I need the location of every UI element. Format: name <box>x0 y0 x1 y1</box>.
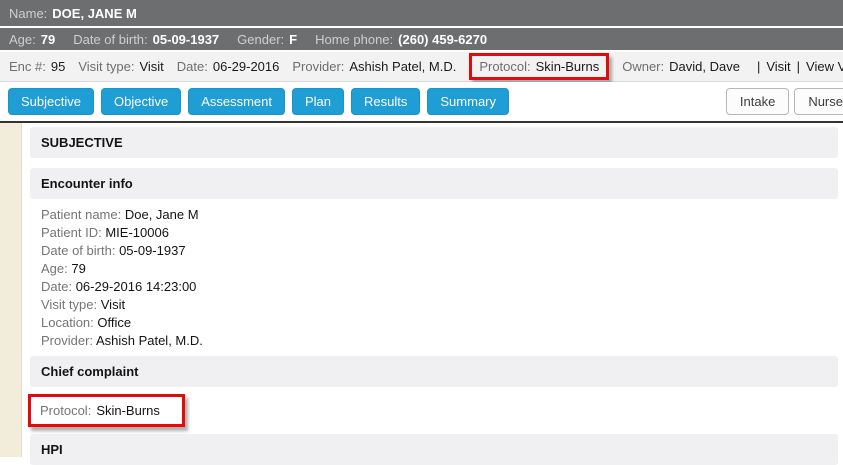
detail-row-provider: Provider: Ashish Patel, M.D. <box>41 332 838 350</box>
owner-label: Owner: <box>622 59 664 74</box>
protocol-value: Skin-Burns <box>96 403 160 418</box>
encounter-info-details: Patient name: Doe, Jane M Patient ID: MI… <box>30 199 838 356</box>
owner-pair: Owner: David, Dave <box>622 59 740 74</box>
enc-number-value: 95 <box>51 59 65 74</box>
field-value: Visit <box>101 297 125 312</box>
tab-results[interactable]: Results <box>351 88 420 115</box>
visit-type-value: Visit <box>139 59 163 74</box>
note-body: SUBJECTIVE Encounter info Patient name: … <box>22 123 843 457</box>
enc-date-label: Date: <box>177 59 208 74</box>
enc-number-pair: Enc #: 95 <box>9 59 65 74</box>
gender-value: F <box>289 32 297 47</box>
patient-name-bar: Name: DOE, JANE M <box>0 0 843 28</box>
field-value: 79 <box>71 261 85 276</box>
visit-type-pair: Visit type: Visit <box>78 59 163 74</box>
provider-pair: Provider: Ashish Patel, M.D. <box>292 59 456 74</box>
tab-objective[interactable]: Objective <box>101 88 181 115</box>
detail-row-location: Location: Office <box>41 314 838 332</box>
field-label: Date of birth: <box>41 243 115 258</box>
field-value: MIE-10006 <box>105 225 169 240</box>
provider-label: Provider: <box>292 59 344 74</box>
patient-name-value: DOE, JANE M <box>52 6 137 21</box>
detail-row-patient-id: Patient ID: MIE-10006 <box>41 224 838 242</box>
field-value: 06-29-2016 14:23:00 <box>76 279 197 294</box>
home-phone-label: Home phone: <box>315 32 393 47</box>
field-label: Date: <box>41 279 72 294</box>
section-header-hpi: HPI <box>30 434 838 465</box>
visit-link[interactable]: Visit <box>766 59 790 74</box>
field-label: Visit type: <box>41 297 97 312</box>
visit-type-label: Visit type: <box>78 59 134 74</box>
detail-row-age: Age: 79 <box>41 260 838 278</box>
field-label: Age: <box>41 261 68 276</box>
provider-value: Ashish Patel, M.D. <box>349 59 456 74</box>
nurse-button[interactable]: Nurse <box>794 88 843 115</box>
view-visit-link[interactable]: View Visit <box>806 59 843 74</box>
encounter-links: | Visit | View Visit | <box>757 59 843 74</box>
age-value: 79 <box>41 32 55 47</box>
detail-row-visit-type: Visit type: Visit <box>41 296 838 314</box>
field-value: Office <box>97 315 131 330</box>
encounter-bar: Enc #: 95 Visit type: Visit Date: 06-29-… <box>0 52 843 82</box>
section-tab-bar: Subjective Objective Assessment Plan Res… <box>0 82 843 121</box>
gender-pair: Gender: F <box>237 32 297 47</box>
note-content-pane: SUBJECTIVE Encounter info Patient name: … <box>0 121 843 457</box>
enc-date-pair: Date: 06-29-2016 <box>177 59 280 74</box>
link-separator: | <box>757 59 760 74</box>
age-label: Age: <box>9 32 36 47</box>
dob-pair: Date of birth: 05-09-1937 <box>73 32 219 47</box>
dob-label: Date of birth: <box>73 32 147 47</box>
gender-label: Gender: <box>237 32 284 47</box>
intake-button[interactable]: Intake <box>726 88 789 115</box>
detail-row-date: Date: 06-29-2016 14:23:00 <box>41 278 838 296</box>
chief-complaint-body: Protocol: Skin-Burns <box>30 394 838 427</box>
age-pair: Age: 79 <box>9 32 55 47</box>
tab-plan[interactable]: Plan <box>292 88 344 115</box>
field-label: Location: <box>41 315 94 330</box>
annotation-box-protocol-body: Protocol: Skin-Burns <box>28 394 185 427</box>
field-label: Patient name: <box>41 207 121 222</box>
field-label: Provider: <box>41 333 93 348</box>
annotation-box-protocol-header: Protocol: Skin-Burns <box>469 53 609 80</box>
demographics-bar: Age: 79 Date of birth: 05-09-1937 Gender… <box>0 28 843 52</box>
owner-value: David, Dave <box>669 59 740 74</box>
enc-number-label: Enc #: <box>9 59 46 74</box>
tab-subjective[interactable]: Subjective <box>8 88 94 115</box>
home-phone-pair: Home phone: (260) 459-6270 <box>315 32 487 47</box>
field-value: 05-09-1937 <box>119 243 186 258</box>
left-gutter <box>0 123 22 457</box>
section-header-encounter-info: Encounter info <box>30 168 838 199</box>
tab-summary[interactable]: Summary <box>427 88 509 115</box>
detail-row-dob: Date of birth: 05-09-1937 <box>41 242 838 260</box>
name-label: Name: <box>9 6 47 21</box>
field-label: Patient ID: <box>41 225 102 240</box>
dob-value: 05-09-1937 <box>153 32 220 47</box>
tab-assessment[interactable]: Assessment <box>188 88 285 115</box>
enc-date-value: 06-29-2016 <box>213 59 280 74</box>
field-value: Ashish Patel, M.D. <box>96 333 203 348</box>
detail-row-patient-name: Patient name: Doe, Jane M <box>41 206 838 224</box>
link-separator: | <box>797 59 800 74</box>
right-button-group: Intake Nurse <box>726 88 843 115</box>
home-phone-value: (260) 459-6270 <box>398 32 487 47</box>
protocol-label: Protocol: <box>40 403 91 418</box>
field-value: Doe, Jane M <box>125 207 199 222</box>
protocol-label: Protocol: <box>479 59 530 74</box>
protocol-value: Skin-Burns <box>536 59 600 74</box>
section-header-chief-complaint: Chief complaint <box>30 356 838 387</box>
section-header-subjective: SUBJECTIVE <box>30 127 838 158</box>
